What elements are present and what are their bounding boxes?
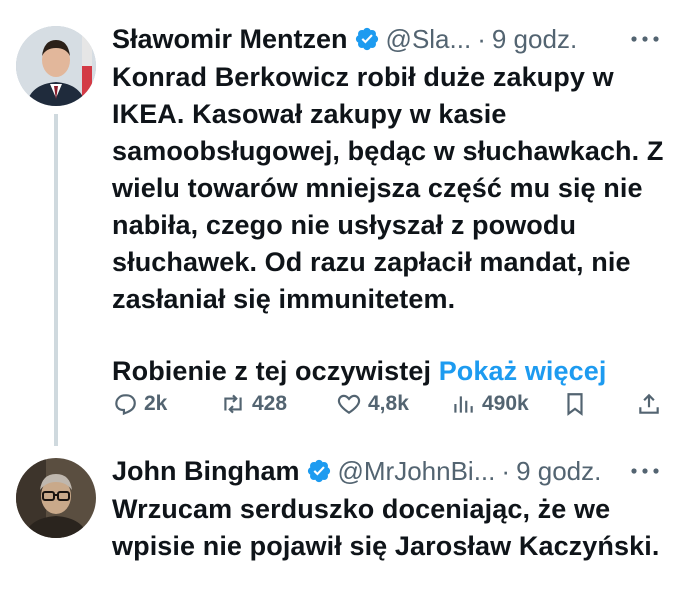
avatar-john-bingham[interactable] — [16, 458, 96, 538]
views-bar-chart-icon — [454, 396, 473, 413]
verified-badge-icon — [355, 27, 378, 51]
separator-dot: · — [501, 455, 511, 486]
share-button[interactable] — [636, 391, 662, 417]
author-name[interactable]: John Bingham — [112, 456, 300, 487]
retweet-count: 428 — [252, 392, 288, 415]
tweet-header: Sławomir Mentzen @Sla... · 9 godz. — [112, 19, 664, 59]
tweet-preview-line: Robienie z tej oczywistej Pokaż więcej — [112, 353, 664, 390]
avatar-image — [16, 26, 96, 106]
separator-dot: · — [477, 23, 486, 54]
tweet-time[interactable]: 9 godz. — [516, 456, 601, 487]
verified-badge-icon — [307, 459, 330, 483]
more-options-icon[interactable] — [626, 23, 664, 55]
tweet-preview-text: Robienie z tej oczywistej — [112, 356, 432, 386]
tweet-header: John Bingham @MrJohnBi... · 9 godz. — [112, 451, 664, 491]
thread-line — [54, 114, 58, 446]
avatar-slawomir-mentzen[interactable] — [16, 26, 96, 106]
tweet-text: Konrad Berkowicz robił duże zakupy w IKE… — [112, 62, 664, 314]
tweet-actions: 2k 428 4,8k 490k — [112, 388, 664, 420]
tweet-text: Wrzucam serduszko doceniając, że we wpis… — [112, 494, 660, 561]
avatar-image — [16, 458, 96, 538]
reply-count: 2k — [144, 392, 168, 415]
like-button[interactable]: 4,8k — [336, 391, 409, 417]
reply-button[interactable]: 2k — [112, 391, 167, 417]
bookmark-button[interactable] — [562, 391, 588, 417]
reply-icon — [115, 394, 136, 416]
retweet-button[interactable]: 428 — [220, 391, 287, 417]
share-icon — [639, 393, 659, 414]
retweet-icon — [224, 394, 242, 414]
tweet-time[interactable]: 9 godz. — [492, 24, 577, 55]
views-count: 490k — [482, 392, 529, 415]
views-button[interactable]: 490k — [450, 391, 529, 417]
like-count: 4,8k — [368, 392, 409, 415]
heart-icon — [337, 394, 361, 414]
show-more-link[interactable]: Pokaż więcej — [439, 356, 607, 386]
bookmark-icon — [567, 393, 583, 416]
author-handle[interactable]: @MrJohnBi... — [338, 456, 496, 487]
author-name[interactable]: Sławomir Mentzen — [112, 24, 348, 55]
author-handle[interactable]: @Sla... — [386, 24, 472, 55]
more-options-icon[interactable] — [626, 455, 664, 487]
